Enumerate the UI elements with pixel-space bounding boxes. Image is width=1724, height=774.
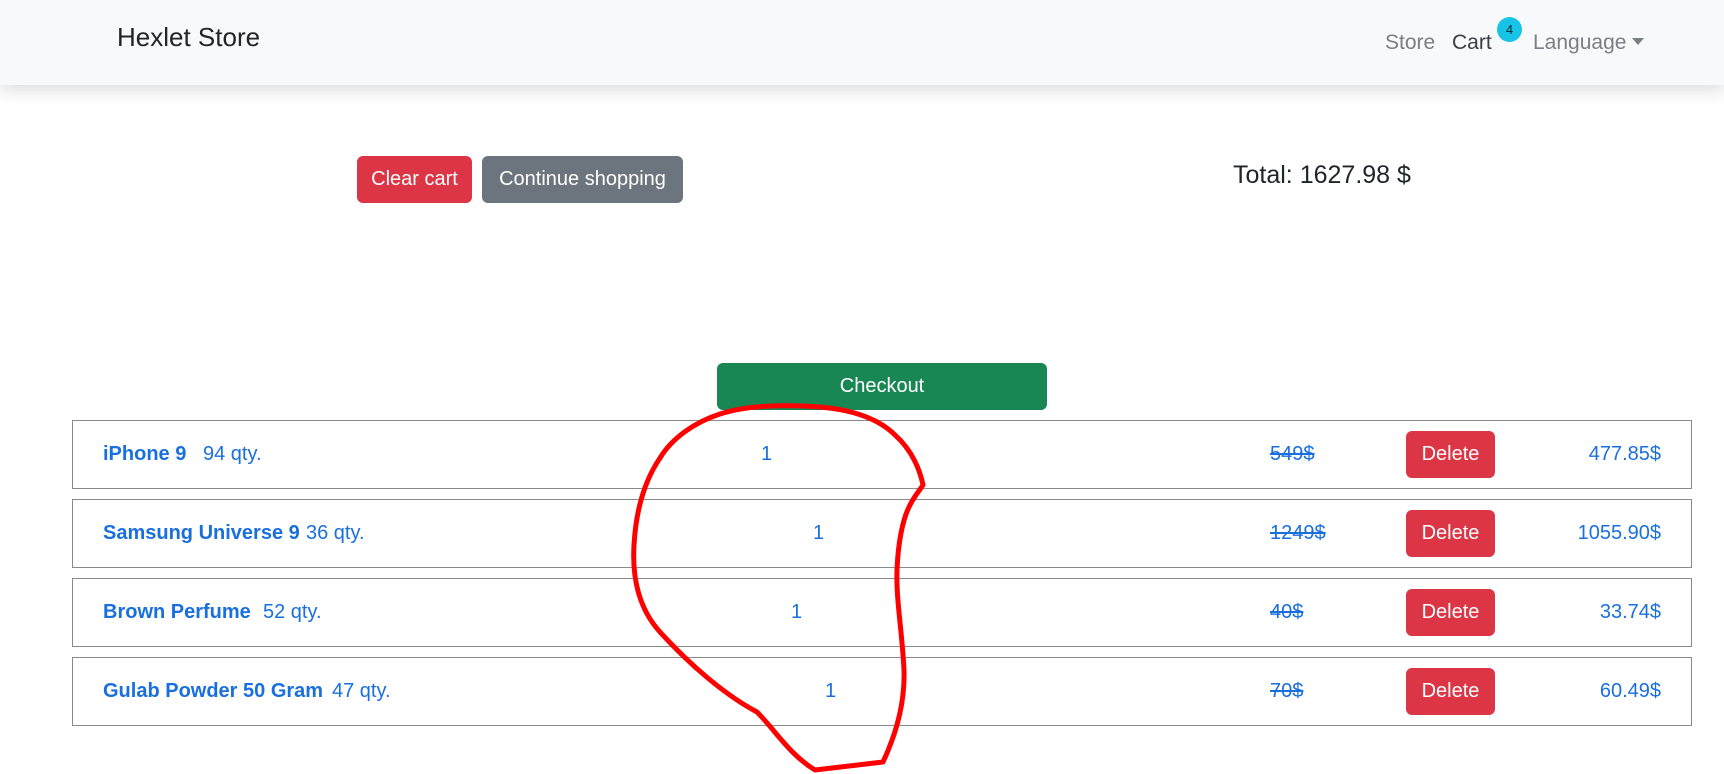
old-price: 549$ bbox=[1270, 443, 1315, 465]
delete-button[interactable]: Delete bbox=[1406, 431, 1495, 478]
continue-shopping-button[interactable]: Continue shopping bbox=[482, 156, 683, 203]
cart-item-row: Gulab Powder 50 Gram 47 qty. 1 70$ Delet… bbox=[72, 657, 1692, 726]
cart-item-row: iPhone 9 94 qty. 1 549$ Delete 477.85$ bbox=[72, 420, 1692, 489]
product-name-link[interactable]: iPhone 9 bbox=[103, 443, 186, 466]
final-price: 1055.90$ bbox=[1577, 522, 1661, 544]
nav-cart-link[interactable]: Cart bbox=[1452, 31, 1492, 55]
product-name-link[interactable]: Gulab Powder 50 Gram bbox=[103, 680, 323, 703]
delete-button[interactable]: Delete bbox=[1406, 510, 1495, 557]
language-label: Language bbox=[1533, 31, 1627, 54]
clear-cart-button[interactable]: Clear cart bbox=[357, 156, 472, 203]
item-count: 1 bbox=[825, 680, 837, 702]
product-stock: 94 qty. bbox=[203, 443, 262, 465]
final-price: 60.49$ bbox=[1599, 680, 1661, 702]
product-stock: 47 qty. bbox=[332, 680, 391, 702]
old-price: 40$ bbox=[1270, 601, 1304, 623]
item-count: 1 bbox=[791, 601, 803, 623]
page-root: Hexlet Store Store Cart 4 Language Clear… bbox=[0, 0, 1724, 774]
top-navbar: Hexlet Store Store Cart 4 Language bbox=[0, 0, 1724, 85]
cart-item-row: Samsung Universe 9 36 qty. 1 1249$ Delet… bbox=[72, 499, 1692, 568]
final-price: 477.85$ bbox=[1588, 443, 1661, 465]
delete-button[interactable]: Delete bbox=[1406, 668, 1495, 715]
cart-total: Total: 1627.98 $ bbox=[1233, 161, 1411, 189]
cart-item-row: Brown Perfume 52 qty. 1 40$ Delete 33.74… bbox=[72, 578, 1692, 647]
product-name-link[interactable]: Samsung Universe 9 bbox=[103, 522, 300, 545]
brand-link[interactable]: Hexlet Store bbox=[117, 22, 260, 53]
checkout-button[interactable]: Checkout bbox=[717, 363, 1047, 410]
old-price: 70$ bbox=[1270, 680, 1304, 702]
language-dropdown[interactable]: Language bbox=[1533, 31, 1645, 55]
product-stock: 36 qty. bbox=[306, 522, 365, 544]
nav-store-link[interactable]: Store bbox=[1385, 31, 1435, 55]
product-name-link[interactable]: Brown Perfume bbox=[103, 601, 251, 624]
item-count: 1 bbox=[813, 522, 825, 544]
delete-button[interactable]: Delete bbox=[1406, 589, 1495, 636]
caret-down-icon bbox=[1632, 38, 1645, 45]
final-price: 33.74$ bbox=[1599, 601, 1661, 623]
cart-count-badge: 4 bbox=[1497, 17, 1522, 42]
item-count: 1 bbox=[761, 443, 773, 465]
old-price: 1249$ bbox=[1270, 522, 1326, 544]
product-stock: 52 qty. bbox=[263, 601, 322, 623]
